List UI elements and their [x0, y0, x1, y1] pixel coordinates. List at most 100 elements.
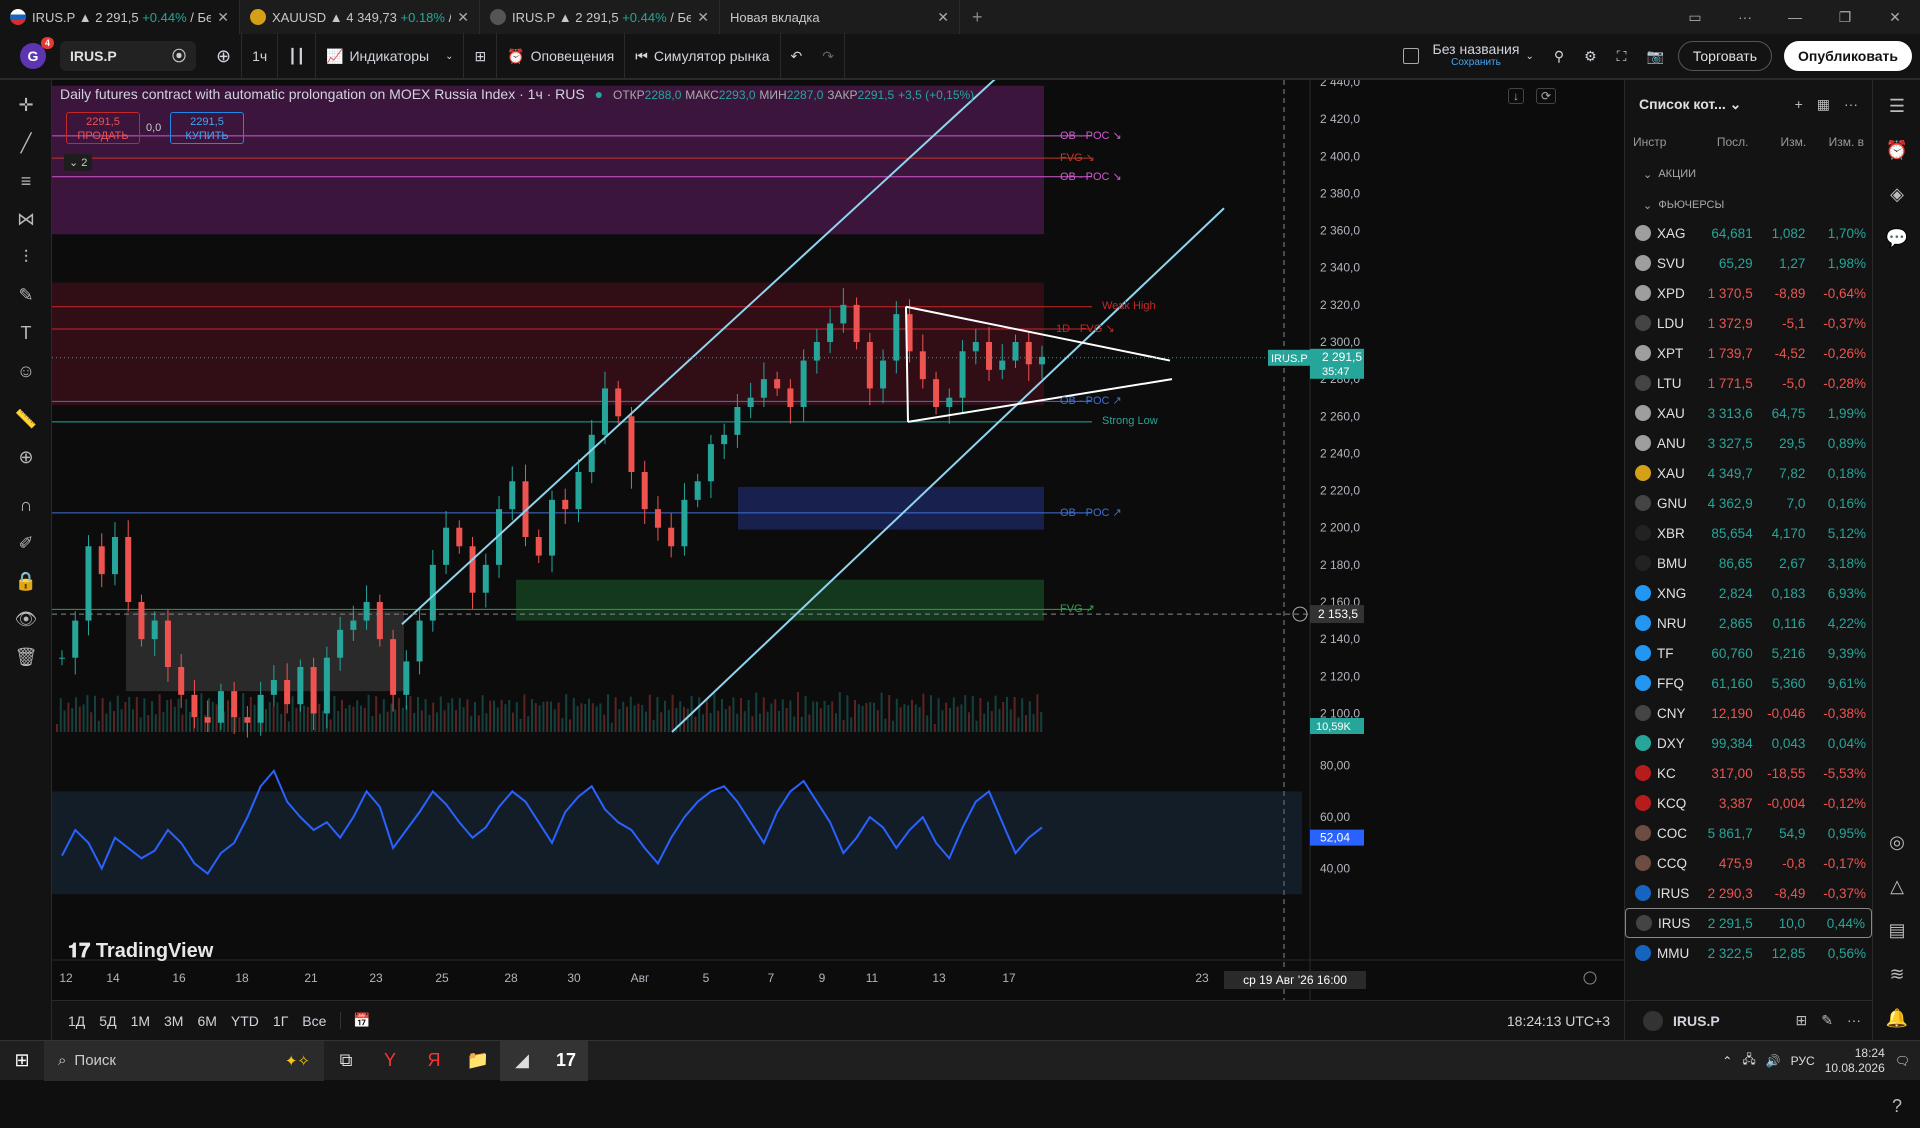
clock[interactable]: 18:24:13 UTC+3 — [1507, 1013, 1610, 1029]
watchlist-row[interactable]: XAU 3 313,6 64,75 1,99% — [1625, 398, 1872, 428]
watchlist-row[interactable]: XAU 4 349,7 7,82 0,18% — [1625, 458, 1872, 488]
ideas-icon[interactable]: △ — [1873, 864, 1920, 908]
watchlist-icon[interactable]: ☰ — [1873, 84, 1920, 128]
tab-new[interactable]: Новая вкладка ✕ — [720, 0, 960, 34]
chevron-up-icon[interactable]: ⌃ — [1722, 1054, 1732, 1068]
yandex-icon[interactable]: Я — [412, 1041, 456, 1081]
fullscreen-button[interactable]: ⛶ — [1607, 33, 1637, 79]
tab-xauusd[interactable]: XAUUSD ▲ 4 349,73 +0.18% / ✕ — [240, 0, 480, 34]
undo-button[interactable]: ↶ — [781, 33, 813, 79]
watchlist-row[interactable]: FFQ 61,160 5,360 9,61% — [1625, 668, 1872, 698]
calendar-icon[interactable]: 📅 — [340, 1012, 371, 1029]
watchlist-row[interactable]: BMU 86,65 2,67 3,18% — [1625, 548, 1872, 578]
calendar-icon[interactable]: ▤ — [1873, 908, 1920, 952]
column-header[interactable]: Инстр — [1633, 135, 1691, 149]
column-header[interactable]: Изм. — [1749, 135, 1807, 149]
folder-icon[interactable]: 📁 — [456, 1041, 500, 1081]
grid-icon[interactable]: ⊞ — [1796, 1012, 1808, 1029]
range-1y[interactable]: 1Г — [273, 1013, 288, 1029]
scroll-down-icon[interactable]: ↓ — [1508, 88, 1524, 104]
range-6m[interactable]: 6М — [197, 1013, 216, 1029]
simulator-button[interactable]: ⏮ Симулятор рынка — [625, 33, 781, 79]
pencil-lock-icon[interactable]: ✐ — [0, 524, 52, 562]
avatar[interactable]: G4 — [20, 37, 54, 69]
compare-button[interactable]: ⊕ — [206, 33, 243, 79]
watchlist-row[interactable]: IRUS 2 291,5 10,0 0,44% — [1625, 908, 1872, 938]
target-icon[interactable]: ◎ — [1873, 820, 1920, 864]
browser-icon[interactable]: Y — [368, 1041, 412, 1081]
new-tab-button[interactable]: + — [960, 0, 995, 34]
windows-start-icon[interactable]: ⊞ — [0, 1041, 44, 1081]
chart-area[interactable]: 2 440,0 2 420,0 2 400,0 2 380,0 2 360,0 2 340… — [52, 80, 1624, 1040]
volume-icon[interactable]: 🔊 — [1766, 1054, 1781, 1068]
chat-icon[interactable]: 💬 — [1873, 216, 1920, 260]
zoom-button[interactable]: ⚲ — [1544, 33, 1574, 79]
interval-button[interactable]: 1ч — [242, 33, 279, 79]
eye-icon[interactable]: 👁 — [0, 600, 52, 638]
close-icon[interactable]: ✕ — [937, 9, 949, 26]
watchlist-row[interactable]: CCQ 475,9 -0,8 -0,17% — [1625, 848, 1872, 878]
templates-button[interactable]: ⊞ — [464, 33, 498, 79]
table-icon[interactable]: ▦ — [1817, 96, 1830, 113]
close-icon[interactable]: ✕ — [697, 9, 709, 26]
horizontal-lines-icon[interactable]: ≡ — [0, 162, 52, 200]
indicators-button[interactable]: 📈 Индикаторы ⌄ — [316, 33, 465, 79]
layout-menu[interactable]: Без названия Сохранить ⌄ — [1393, 33, 1544, 79]
language-indicator[interactable]: РУС — [1791, 1054, 1815, 1068]
pattern-icon[interactable]: ⋈ — [0, 200, 52, 238]
watchlist-row[interactable]: IRUS 2 290,3 -8,49 -0,37% — [1625, 878, 1872, 908]
watchlist-row[interactable]: SVU 65,29 1,27 1,98% — [1625, 248, 1872, 278]
lock-icon[interactable]: 🔒 — [0, 562, 52, 600]
watchlist-row[interactable]: XAG 64,681 1,082 1,70% — [1625, 218, 1872, 248]
watchlist-row[interactable]: MMU 2 322,5 12,85 0,56% — [1625, 938, 1872, 968]
range-3m[interactable]: 3М — [164, 1013, 183, 1029]
more-icon[interactable]: ··· — [1847, 1012, 1861, 1029]
alerts-button[interactable]: ⏰ Оповещения — [497, 33, 626, 79]
watchlist-row[interactable]: TF 60,760 5,216 9,39% — [1625, 638, 1872, 668]
taskbar-search[interactable]: ⌕ Поиск ✦✧ — [44, 1040, 324, 1081]
emoji-icon[interactable]: ☺ — [0, 352, 52, 390]
alert-clock-icon[interactable]: ⏰ — [1873, 128, 1920, 172]
watchlist-title[interactable]: Список кот... ⌄ — [1639, 96, 1741, 113]
maximize-button[interactable]: ❐ — [1820, 9, 1870, 26]
group-stocks[interactable]: ⌄ акции — [1625, 156, 1872, 192]
network-icon[interactable]: 🖧 — [1742, 1050, 1755, 1071]
tradingview-app-icon[interactable]: 17 — [544, 1040, 588, 1081]
watchlist-row[interactable]: COC 5 861,7 54,9 0,95% — [1625, 818, 1872, 848]
indicators-collapse-button[interactable]: ⌄ 2 — [64, 154, 93, 171]
symbol-menu-icon[interactable]: ⦿ — [172, 46, 186, 66]
group-futures[interactable]: ⌄ фьючерсы — [1625, 192, 1872, 218]
price-chart-svg[interactable]: 2 440,0 2 420,0 2 400,0 2 380,0 2 360,0 2 340… — [52, 80, 1624, 1000]
range-all[interactable]: Все — [302, 1013, 326, 1029]
watchlist-row[interactable]: DXY 99,384 0,043 0,04% — [1625, 728, 1872, 758]
ruler-icon[interactable]: 📏 — [0, 400, 52, 438]
watchlist-row[interactable]: XNG 2,824 0,183 6,93% — [1625, 578, 1872, 608]
stream-icon[interactable]: ≋ — [1873, 952, 1920, 996]
watchlist-row[interactable]: ANU 3 327,5 29,5 0,89% — [1625, 428, 1872, 458]
buy-button[interactable]: 2291,5 КУПИТЬ — [170, 112, 244, 144]
layers-icon[interactable]: ◈ — [1873, 172, 1920, 216]
brush-icon[interactable]: ✎ — [0, 276, 52, 314]
crosshair-icon[interactable]: ✛ — [0, 86, 52, 124]
watchlist-row[interactable]: LTU 1 771,5 -5,0 -0,28% — [1625, 368, 1872, 398]
app-icon[interactable]: ◢ — [500, 1040, 544, 1081]
range-ytd[interactable]: YTD — [231, 1013, 259, 1029]
trendline-icon[interactable]: ╱ — [0, 124, 52, 162]
watchlist-row[interactable]: GNU 4 362,9 7,0 0,16% — [1625, 488, 1872, 518]
watchlist-row[interactable]: XBR 85,654 4,170 5,12% — [1625, 518, 1872, 548]
tab-irus-1[interactable]: IRUS.P ▲ 2 291,5 +0.44% / Бе ✕ — [0, 0, 240, 34]
add-symbol-icon[interactable]: + — [1795, 96, 1803, 113]
watchlist-row[interactable]: XPT 1 739,7 -4,52 -0,26% — [1625, 338, 1872, 368]
refresh-icon[interactable]: ⟳ — [1536, 88, 1557, 104]
snapshot-button[interactable]: 📷 — [1636, 33, 1673, 79]
sell-button[interactable]: 2291,5 ПРОДАТЬ — [66, 112, 140, 144]
task-view-icon[interactable]: ⧉ — [324, 1041, 368, 1081]
publish-button[interactable]: Опубликовать — [1784, 41, 1912, 71]
magnet-icon[interactable]: ∩ — [0, 486, 52, 524]
settings-button[interactable]: ⚙ — [1574, 33, 1607, 79]
watchlist-row[interactable]: XPD 1 370,5 -8,89 -0,64% — [1625, 278, 1872, 308]
chart-type-button[interactable]: ┃┃ — [278, 33, 317, 79]
symbol-details-bar[interactable]: IRUS.P ⊞ ✎ ··· — [1625, 1000, 1873, 1040]
column-header[interactable]: Изм. в — [1806, 135, 1864, 149]
watchlist-row[interactable]: KCQ 3,387 -0,004 -0,12% — [1625, 788, 1872, 818]
